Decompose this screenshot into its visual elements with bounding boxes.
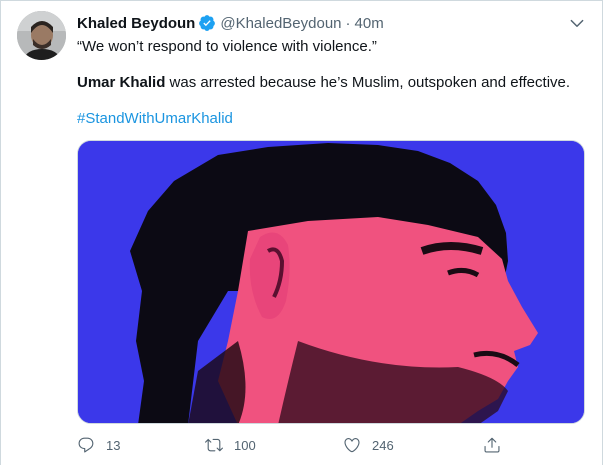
- tweet-text-bold-name: Umar Khalid: [77, 74, 166, 91]
- reply-count: 13: [106, 437, 121, 453]
- author-handle[interactable]: @KhaledBeydoun: [220, 15, 341, 32]
- like-button[interactable]: 246: [343, 433, 394, 457]
- share-icon: [484, 437, 500, 453]
- verified-badge-icon: [198, 14, 216, 32]
- tweet-image[interactable]: [77, 140, 585, 424]
- separator-dot: ·: [345, 14, 351, 32]
- avatar[interactable]: [17, 11, 66, 60]
- hashtag-link[interactable]: #StandWithUmarKhalid: [77, 109, 233, 129]
- like-count: 246: [372, 437, 394, 453]
- tweet-timestamp[interactable]: 40m: [355, 15, 384, 32]
- tweet-actions: 13 100 246: [77, 433, 507, 457]
- retweet-count: 100: [234, 437, 256, 453]
- reply-button[interactable]: 13: [77, 433, 120, 457]
- tweet-text-rest: was arrested because he’s Muslim, outspo…: [165, 74, 571, 91]
- reply-icon: [78, 437, 94, 453]
- share-button[interactable]: [483, 433, 501, 457]
- retweet-icon: [205, 438, 223, 452]
- tweet-text-quote: “We won’t respond to violence with viole…: [77, 38, 377, 55]
- retweet-button[interactable]: 100: [205, 433, 256, 457]
- tweet-header: Khaled Beydoun @KhaledBeydoun · 40m: [77, 12, 586, 34]
- heart-icon: [344, 438, 360, 453]
- tweet-text-body: Umar Khalid was arrested because he’s Mu…: [77, 73, 570, 93]
- chevron-down-icon[interactable]: [568, 14, 586, 32]
- tweet-card[interactable]: Khaled Beydoun @KhaledBeydoun · 40m “We …: [0, 0, 603, 465]
- author-name[interactable]: Khaled Beydoun: [77, 15, 195, 32]
